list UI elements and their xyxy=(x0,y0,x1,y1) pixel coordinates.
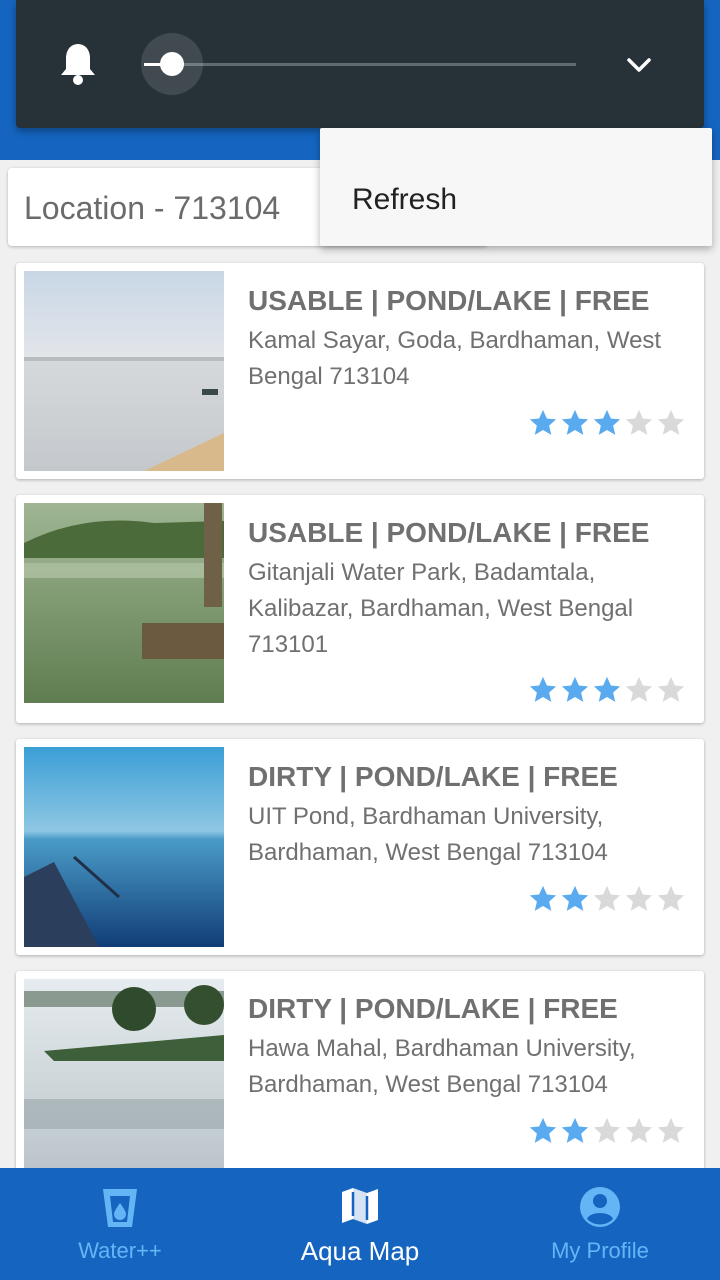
star-empty-icon xyxy=(625,409,653,435)
star-empty-icon xyxy=(625,885,653,911)
star-empty-icon xyxy=(593,885,621,911)
place-photo xyxy=(24,503,224,703)
place-title: USABLE | POND/LAKE | FREE xyxy=(248,517,650,548)
nav-label: Aqua Map xyxy=(300,1236,420,1266)
place-title: DIRTY | POND/LAKE | FREE xyxy=(248,993,618,1024)
star-filled-icon xyxy=(561,409,589,435)
star-filled-icon xyxy=(593,409,621,435)
place-address: UIT Pond, Bardhaman University, Bardhama… xyxy=(248,803,608,866)
rating-stars xyxy=(528,675,686,705)
place-title: DIRTY | POND/LAKE | FREE xyxy=(248,761,618,792)
place-address: Kamal Sayar, Goda, Bardhaman, West Benga… xyxy=(248,327,662,390)
bottom-navigation: Water++ Aqua Map My Profile xyxy=(0,1168,720,1280)
chevron-down-icon[interactable] xyxy=(624,50,654,85)
menu-item-refresh[interactable]: Refresh xyxy=(352,183,457,217)
brightness-slider-track[interactable] xyxy=(144,63,576,66)
place-address: Gitanjali Water Park, Badamtala, Kalibaz… xyxy=(248,559,634,658)
star-filled-icon xyxy=(529,676,557,702)
bell-icon[interactable] xyxy=(60,42,96,91)
quick-settings-shade xyxy=(16,0,704,128)
nav-label: Water++ xyxy=(78,1238,162,1263)
star-empty-icon xyxy=(657,885,685,911)
overflow-menu: Refresh xyxy=(320,128,712,246)
glass-icon xyxy=(100,1186,140,1235)
star-filled-icon xyxy=(593,676,621,702)
place-card[interactable]: DIRTY | POND/LAKE | FREE Hawa Mahal, Bar… xyxy=(16,971,704,1187)
star-filled-icon xyxy=(529,1117,557,1143)
place-card[interactable]: USABLE | POND/LAKE | FREE Gitanjali Wate… xyxy=(16,495,704,723)
star-empty-icon xyxy=(593,1117,621,1143)
location-label: Location - 713104 xyxy=(24,190,281,226)
star-filled-icon xyxy=(561,1117,589,1143)
rating-stars xyxy=(528,884,686,914)
star-empty-icon xyxy=(657,1117,685,1143)
place-card[interactable]: DIRTY | POND/LAKE | FREE UIT Pond, Bardh… xyxy=(16,739,704,955)
star-filled-icon xyxy=(561,885,589,911)
map-icon xyxy=(340,1186,380,1231)
place-title: USABLE | POND/LAKE | FREE xyxy=(248,285,650,316)
nav-item-aqua-map[interactable]: Aqua Map xyxy=(240,1168,480,1280)
star-empty-icon xyxy=(657,676,685,702)
star-filled-icon xyxy=(529,409,557,435)
star-empty-icon xyxy=(625,676,653,702)
account-icon xyxy=(579,1186,621,1233)
place-photo xyxy=(24,271,224,471)
star-filled-icon xyxy=(529,885,557,911)
rating-stars xyxy=(528,408,686,438)
nav-item-profile[interactable]: My Profile xyxy=(480,1168,720,1280)
place-photo xyxy=(24,747,224,947)
star-filled-icon xyxy=(561,676,589,702)
rating-stars xyxy=(528,1116,686,1146)
place-photo xyxy=(24,979,224,1179)
place-card[interactable]: USABLE | POND/LAKE | FREE Kamal Sayar, G… xyxy=(16,263,704,479)
place-address: Hawa Mahal, Bardhaman University, Bardha… xyxy=(248,1035,636,1098)
brightness-slider-thumb[interactable] xyxy=(160,52,184,76)
nav-item-water[interactable]: Water++ xyxy=(0,1168,240,1280)
place-list[interactable]: USABLE | POND/LAKE | FREE Kamal Sayar, G… xyxy=(16,263,704,1203)
star-empty-icon xyxy=(657,409,685,435)
nav-label: My Profile xyxy=(551,1238,649,1263)
star-empty-icon xyxy=(625,1117,653,1143)
